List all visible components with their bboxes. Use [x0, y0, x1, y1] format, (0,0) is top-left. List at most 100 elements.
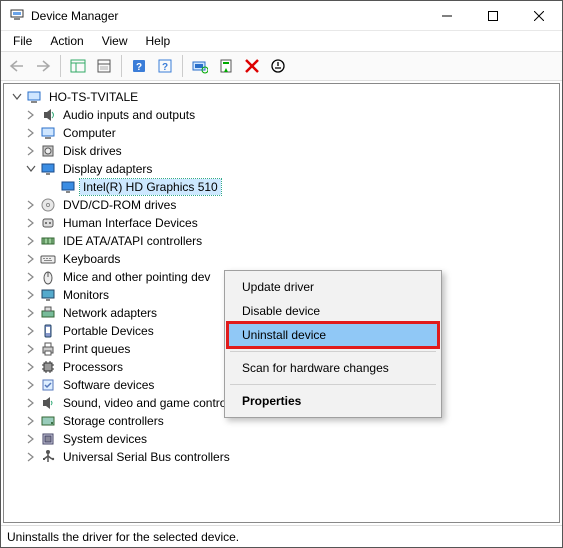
maximize-button[interactable]: [470, 1, 516, 31]
usb-icon: [40, 449, 56, 465]
storage-icon: [40, 413, 56, 429]
tree-category[interactable]: Display adapters: [4, 160, 559, 178]
tree-category-label: IDE ATA/ATAPI controllers: [60, 233, 205, 249]
context-menu: Update driverDisable deviceUninstall dev…: [224, 270, 442, 418]
help-topics-button[interactable]: ?: [153, 54, 177, 78]
context-menu-item[interactable]: Properties: [228, 389, 438, 413]
disk-icon: [40, 143, 56, 159]
statusbar: Uninstalls the driver for the selected d…: [1, 525, 562, 547]
tree-category[interactable]: Disk drives: [4, 142, 559, 160]
speaker-icon: [40, 107, 56, 123]
statusbar-text: Uninstalls the driver for the selected d…: [7, 530, 239, 544]
context-menu-item[interactable]: Scan for hardware changes: [228, 356, 438, 380]
menu-action[interactable]: Action: [42, 32, 91, 50]
tree-category[interactable]: IDE ATA/ATAPI controllers: [4, 232, 559, 250]
expand-icon[interactable]: [24, 234, 38, 248]
expand-icon[interactable]: [24, 342, 38, 356]
tree-category-label: Human Interface Devices: [60, 215, 201, 231]
ide-icon: [40, 233, 56, 249]
tree-category-label: Network adapters: [60, 305, 160, 321]
tree-category-label: System devices: [60, 431, 150, 447]
display-icon: [40, 161, 56, 177]
update-driver-button[interactable]: [214, 54, 238, 78]
expand-icon[interactable]: [24, 144, 38, 158]
context-menu-item[interactable]: Update driver: [228, 275, 438, 299]
tree-device[interactable]: Intel(R) HD Graphics 510: [4, 178, 559, 196]
expand-icon[interactable]: [24, 288, 38, 302]
minimize-button[interactable]: [424, 1, 470, 31]
context-menu-separator: [230, 351, 436, 352]
show-hide-tree-button[interactable]: [66, 54, 90, 78]
menu-help[interactable]: Help: [138, 32, 179, 50]
toolbar-separator: [121, 55, 122, 77]
cpu-icon: [40, 359, 56, 375]
tree-category[interactable]: Human Interface Devices: [4, 214, 559, 232]
toolbar-separator: [60, 55, 61, 77]
tree-category-label: Software devices: [60, 377, 157, 393]
keyboard-icon: [40, 251, 56, 267]
tree-category-label: Universal Serial Bus controllers: [60, 449, 233, 465]
menu-view[interactable]: View: [94, 32, 136, 50]
tree-device-label: Intel(R) HD Graphics 510: [80, 179, 221, 195]
tree-category[interactable]: Keyboards: [4, 250, 559, 268]
expand-icon[interactable]: [24, 450, 38, 464]
computer-icon: [40, 125, 56, 141]
tree-category-label: Monitors: [60, 287, 112, 303]
help-button[interactable]: ?: [127, 54, 151, 78]
software-icon: [40, 377, 56, 393]
device-manager-window: Device Manager File Action View Help ? ?: [0, 0, 563, 548]
expand-icon[interactable]: [24, 324, 38, 338]
app-icon: [9, 6, 25, 25]
spacer: [44, 180, 58, 194]
hid-icon: [40, 215, 56, 231]
window-title: Device Manager: [31, 9, 118, 23]
collapse-icon[interactable]: [24, 162, 38, 176]
disable-button[interactable]: [266, 54, 290, 78]
expand-icon[interactable]: [24, 216, 38, 230]
context-menu-separator: [230, 384, 436, 385]
tree-category-label: Display adapters: [60, 161, 155, 177]
properties-button[interactable]: [92, 54, 116, 78]
portable-icon: [40, 323, 56, 339]
toolbar: ? ?: [1, 51, 562, 81]
tree-category-label: Portable Devices: [60, 323, 157, 339]
expand-icon[interactable]: [24, 126, 38, 140]
tree-category-label: Print queues: [60, 341, 133, 357]
expand-icon[interactable]: [24, 360, 38, 374]
back-button[interactable]: [5, 54, 29, 78]
tree-root[interactable]: HO-TS-TVITALE: [4, 88, 559, 106]
expand-icon[interactable]: [24, 432, 38, 446]
close-button[interactable]: [516, 1, 562, 31]
expand-icon[interactable]: [24, 396, 38, 410]
collapse-icon[interactable]: [10, 90, 24, 104]
expand-icon[interactable]: [24, 414, 38, 428]
tree-category[interactable]: Computer: [4, 124, 559, 142]
forward-button[interactable]: [31, 54, 55, 78]
expand-icon[interactable]: [24, 198, 38, 212]
tree-category-label: Processors: [60, 359, 126, 375]
menu-file[interactable]: File: [5, 32, 40, 50]
context-menu-item[interactable]: Uninstall device: [228, 323, 438, 347]
device-tree[interactable]: HO-TS-TVITALE Audio inputs and outputs Co…: [3, 83, 560, 523]
tree-category-label: Audio inputs and outputs: [60, 107, 198, 123]
sound-icon: [40, 395, 56, 411]
computer-icon: [26, 89, 42, 105]
titlebar: Device Manager: [1, 1, 562, 31]
printer-icon: [40, 341, 56, 357]
uninstall-button[interactable]: [240, 54, 264, 78]
context-menu-item[interactable]: Disable device: [228, 299, 438, 323]
expand-icon[interactable]: [24, 252, 38, 266]
scan-hardware-button[interactable]: [188, 54, 212, 78]
expand-icon[interactable]: [24, 108, 38, 122]
tree-category[interactable]: Audio inputs and outputs: [4, 106, 559, 124]
network-icon: [40, 305, 56, 321]
tree-category-label: Storage controllers: [60, 413, 167, 429]
tree-category[interactable]: DVD/CD-ROM drives: [4, 196, 559, 214]
expand-icon[interactable]: [24, 270, 38, 284]
expand-icon[interactable]: [24, 306, 38, 320]
tree-category[interactable]: System devices: [4, 430, 559, 448]
tree-category-label: Computer: [60, 125, 119, 141]
tree-category[interactable]: Universal Serial Bus controllers: [4, 448, 559, 466]
expand-icon[interactable]: [24, 378, 38, 392]
toolbar-separator: [182, 55, 183, 77]
